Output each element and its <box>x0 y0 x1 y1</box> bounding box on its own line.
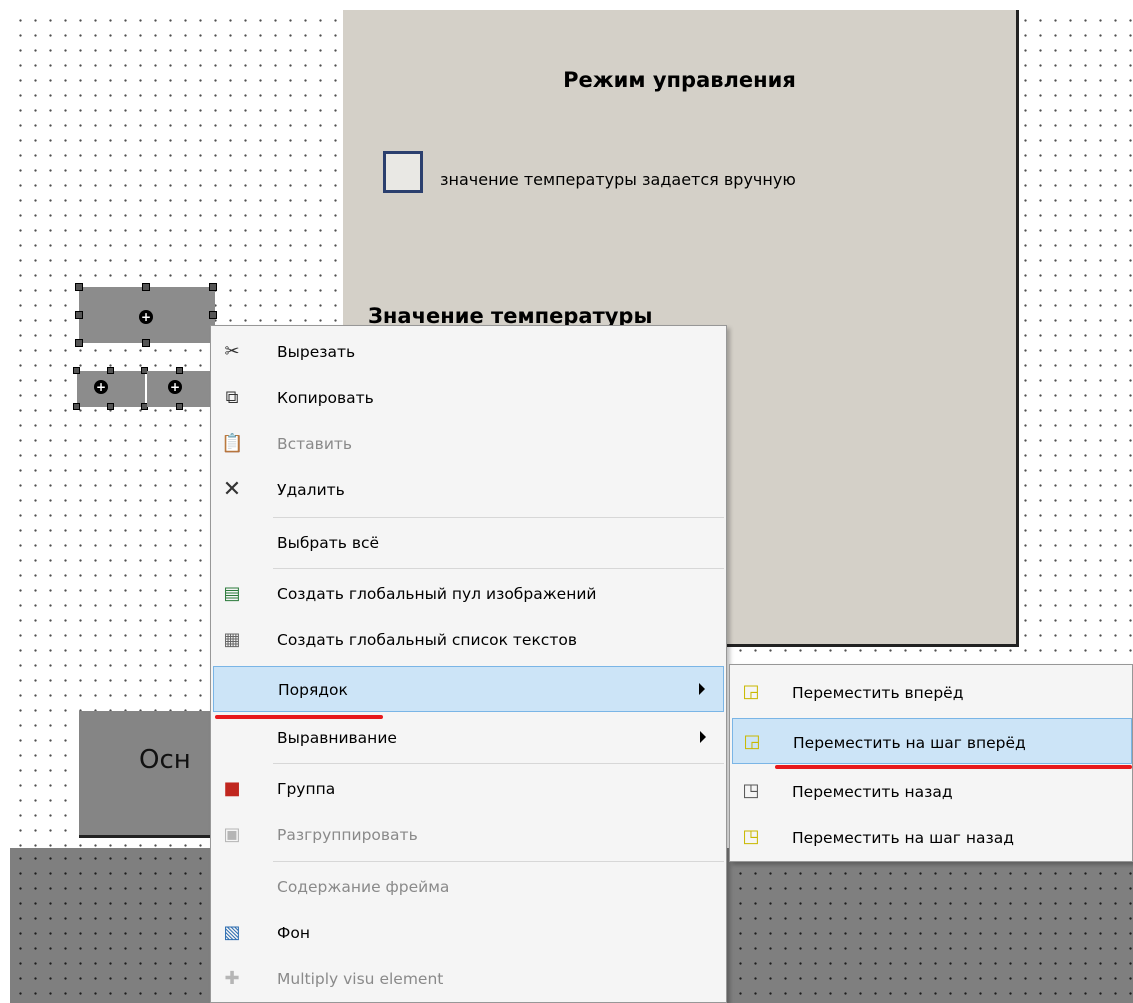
menu-item-multiply-visu-element[interactable]: ✚ Multiply visu element <box>213 956 724 1002</box>
resize-handle[interactable] <box>75 311 83 319</box>
menu-item-background[interactable]: ▧ Фон <box>213 910 724 956</box>
resize-handle[interactable] <box>176 403 183 410</box>
resize-handle[interactable] <box>73 403 80 410</box>
move-center-icon[interactable]: + <box>168 380 182 394</box>
copy-icon: ⧉ <box>225 387 239 408</box>
menu-item-group[interactable]: ■ Группа <box>213 766 724 812</box>
menu-separator <box>273 517 724 518</box>
resize-handle[interactable] <box>75 283 83 291</box>
resize-handle[interactable] <box>176 367 183 374</box>
ungroup-icon: ▣ <box>223 824 241 845</box>
background-icon: ▧ <box>223 922 241 943</box>
image-pool-icon: ▤ <box>223 583 241 604</box>
main-screen-button-label: Осн <box>139 745 191 775</box>
menu-separator <box>273 763 724 764</box>
resize-handle[interactable] <box>142 339 150 347</box>
menu-item-delete[interactable]: ✕ Удалить <box>213 467 724 513</box>
resize-handle[interactable] <box>142 283 150 291</box>
menu-item-create-image-pool[interactable]: ▤ Создать глобальный пул изображений <box>213 571 724 617</box>
submenu-item-send-to-back[interactable]: ◳ Переместить назад <box>732 768 1132 814</box>
menu-item-ungroup[interactable]: ▣ Разгруппировать <box>213 812 724 858</box>
menu-item-cut[interactable]: ✂ Вырезать <box>213 329 724 375</box>
multiply-icon: ✚ <box>224 968 240 989</box>
scissors-icon: ✂ <box>224 341 240 362</box>
resize-handle[interactable] <box>75 339 83 347</box>
menu-item-create-text-list[interactable]: ▦ Создать глобальный список текстов <box>213 617 724 663</box>
menu-item-copy[interactable]: ⧉ Копировать <box>213 375 724 421</box>
move-center-icon[interactable]: + <box>94 380 108 394</box>
resize-handle[interactable] <box>209 311 217 319</box>
context-menu: ✂ Вырезать ⧉ Копировать 📋 Вставить ✕ Уда… <box>210 325 727 1003</box>
submenu-arrow-icon <box>699 683 705 695</box>
submenu-item-bring-forward[interactable]: ◲ Переместить на шаг вперёд <box>732 718 1132 764</box>
menu-item-select-all[interactable]: Выбрать всё <box>213 520 724 566</box>
text-list-icon: ▦ <box>223 629 241 650</box>
manual-temperature-checkbox[interactable] <box>383 151 423 193</box>
submenu-item-send-backward[interactable]: ◳ Переместить на шаг назад <box>732 814 1132 860</box>
menu-item-paste[interactable]: 📋 Вставить <box>213 421 724 467</box>
send-to-back-icon: ◳ <box>742 780 760 801</box>
move-center-icon[interactable]: + <box>139 310 153 324</box>
menu-item-align[interactable]: Выравнивание <box>213 715 724 761</box>
bring-to-front-icon: ◲ <box>742 681 760 702</box>
annotation-underline-bring-forward <box>775 765 1132 769</box>
menu-item-frame-content[interactable]: Содержание фрейма <box>213 864 724 910</box>
submenu-arrow-icon <box>700 731 706 743</box>
resize-handle[interactable] <box>73 367 80 374</box>
menu-item-order[interactable]: Порядок <box>213 666 724 712</box>
resize-handle[interactable] <box>209 283 217 291</box>
menu-separator <box>273 861 724 862</box>
main-screen-button[interactable]: Осн <box>79 711 229 838</box>
bring-forward-icon: ◲ <box>743 731 761 752</box>
paste-icon: 📋 <box>221 433 244 454</box>
frame-title: Режим управления <box>563 68 796 92</box>
resize-handle[interactable] <box>107 367 114 374</box>
group-icon: ■ <box>223 778 241 799</box>
resize-handle[interactable] <box>107 403 114 410</box>
send-backward-icon: ◳ <box>742 826 760 847</box>
annotation-underline-order <box>215 715 383 719</box>
menu-separator <box>273 568 724 569</box>
delete-icon: ✕ <box>222 477 242 502</box>
order-submenu: ◲ Переместить вперёд ◲ Переместить на ша… <box>729 664 1133 862</box>
submenu-item-bring-to-front[interactable]: ◲ Переместить вперёд <box>732 669 1132 715</box>
manual-temperature-label: значение температуры задается вручную <box>440 170 796 189</box>
